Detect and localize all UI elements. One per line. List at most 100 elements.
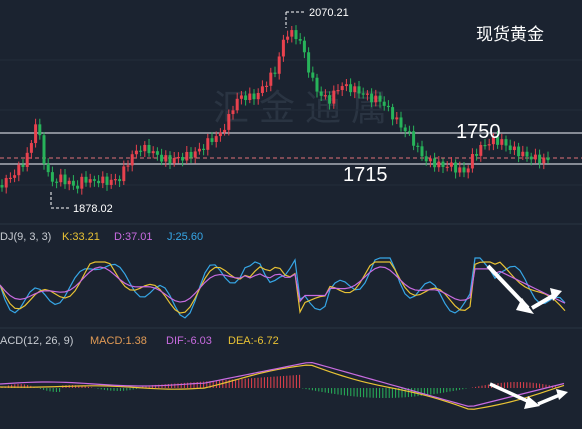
candle-body: [206, 138, 210, 150]
candle-body: [193, 151, 197, 158]
candle-body: [134, 150, 138, 155]
candle-body: [353, 86, 357, 93]
candle-body: [0, 185, 4, 188]
candle-body: [504, 139, 508, 146]
kdj-name: DJ(9, 3, 3): [0, 231, 51, 243]
candle-body: [185, 151, 189, 161]
candle-body: [80, 176, 84, 189]
watermark-text: 汇 金 通 属: [213, 87, 387, 128]
candle-body: [227, 114, 231, 130]
candle-body: [512, 146, 516, 151]
candle-body: [160, 154, 164, 162]
candle-body: [529, 156, 533, 160]
candle-body: [38, 124, 42, 136]
candle-body: [151, 151, 155, 154]
candle-body: [181, 156, 185, 161]
candle-body: [319, 91, 323, 96]
candle-body: [126, 165, 130, 167]
candle-body: [374, 95, 378, 103]
candle-body: [449, 162, 453, 167]
candle-body: [84, 176, 88, 183]
candle-body: [4, 178, 8, 188]
candle-body: [344, 84, 348, 87]
candle-body: [34, 124, 38, 144]
candle-body: [168, 155, 172, 164]
candle-body: [122, 166, 126, 182]
candle-body: [542, 157, 546, 164]
candle-body: [315, 77, 319, 92]
candle-body: [487, 144, 491, 146]
candle-body: [424, 156, 428, 162]
candle-body: [407, 131, 411, 133]
candle-body: [46, 163, 50, 173]
low-price-label: 1878.02: [73, 203, 113, 215]
candle-body: [42, 135, 46, 164]
candle-body: [328, 95, 332, 104]
candle-body: [273, 72, 277, 74]
candle-body: [483, 144, 487, 147]
candle-body: [189, 151, 193, 158]
candle-body: [420, 146, 424, 157]
candle-body: [475, 154, 479, 156]
candle-body: [533, 154, 537, 160]
candle-body: [113, 179, 117, 181]
candle-body: [235, 98, 239, 111]
candle-body: [361, 93, 365, 95]
candle-body: [256, 92, 260, 100]
candle-body: [340, 86, 344, 91]
candle-body: [17, 164, 21, 176]
candle-body: [441, 161, 445, 167]
candle-body: [357, 86, 361, 94]
candle-body: [50, 172, 54, 182]
level-lower-label: 1715: [343, 164, 388, 186]
candle-body: [231, 110, 235, 115]
candle-body: [118, 179, 122, 182]
candle-body: [210, 138, 214, 142]
candle-body: [105, 176, 109, 185]
kdj-d-value: D:37.01: [114, 231, 153, 243]
candle-body: [286, 36, 290, 40]
candle-body: [433, 158, 437, 168]
candle-body: [8, 177, 12, 180]
candle-body: [391, 107, 395, 120]
candle-body: [479, 144, 483, 156]
candle-body: [67, 180, 71, 185]
candle-body: [454, 162, 458, 173]
candle-body: [395, 117, 399, 120]
chart-canvas[interactable]: 汇 金 通 属 2070.21 1878.02 1750 1715 现货黄金 D…: [0, 0, 582, 429]
candle-body: [370, 93, 374, 103]
candle-body: [244, 95, 248, 101]
candle-body: [277, 56, 281, 74]
candle-body: [202, 148, 206, 150]
candle-body: [13, 175, 17, 178]
candle-body: [155, 151, 159, 155]
macd-dea-value: DEA:-6.72: [228, 335, 279, 347]
high-price-label: 2070.21: [309, 7, 349, 19]
candle-body: [437, 161, 441, 168]
kdj-k-value: K:33.21: [62, 231, 100, 243]
candle-body: [260, 86, 264, 93]
candle-body: [139, 150, 143, 152]
candle-body: [88, 179, 92, 183]
candle-body: [428, 158, 432, 162]
candle-body: [143, 144, 147, 152]
candle-body: [176, 156, 180, 159]
candle-body: [546, 157, 550, 161]
candle-body: [521, 151, 525, 157]
instrument-title: 现货黄金: [476, 25, 544, 44]
candle-body: [223, 129, 227, 133]
candle-body: [55, 181, 59, 183]
candle-body: [412, 131, 416, 146]
candle-body: [500, 139, 504, 145]
candle-body: [269, 72, 273, 86]
kdj-j-value: J:25.60: [167, 231, 203, 243]
candle-body: [71, 180, 75, 186]
macd-dif-value: DIF:-6.03: [166, 335, 212, 347]
candle-body: [172, 157, 176, 164]
candle-body: [281, 39, 285, 57]
candle-body: [416, 145, 420, 147]
candle-body: [399, 117, 403, 128]
candle-body: [386, 105, 390, 108]
candle-body: [294, 30, 298, 40]
candle-body: [538, 154, 542, 164]
